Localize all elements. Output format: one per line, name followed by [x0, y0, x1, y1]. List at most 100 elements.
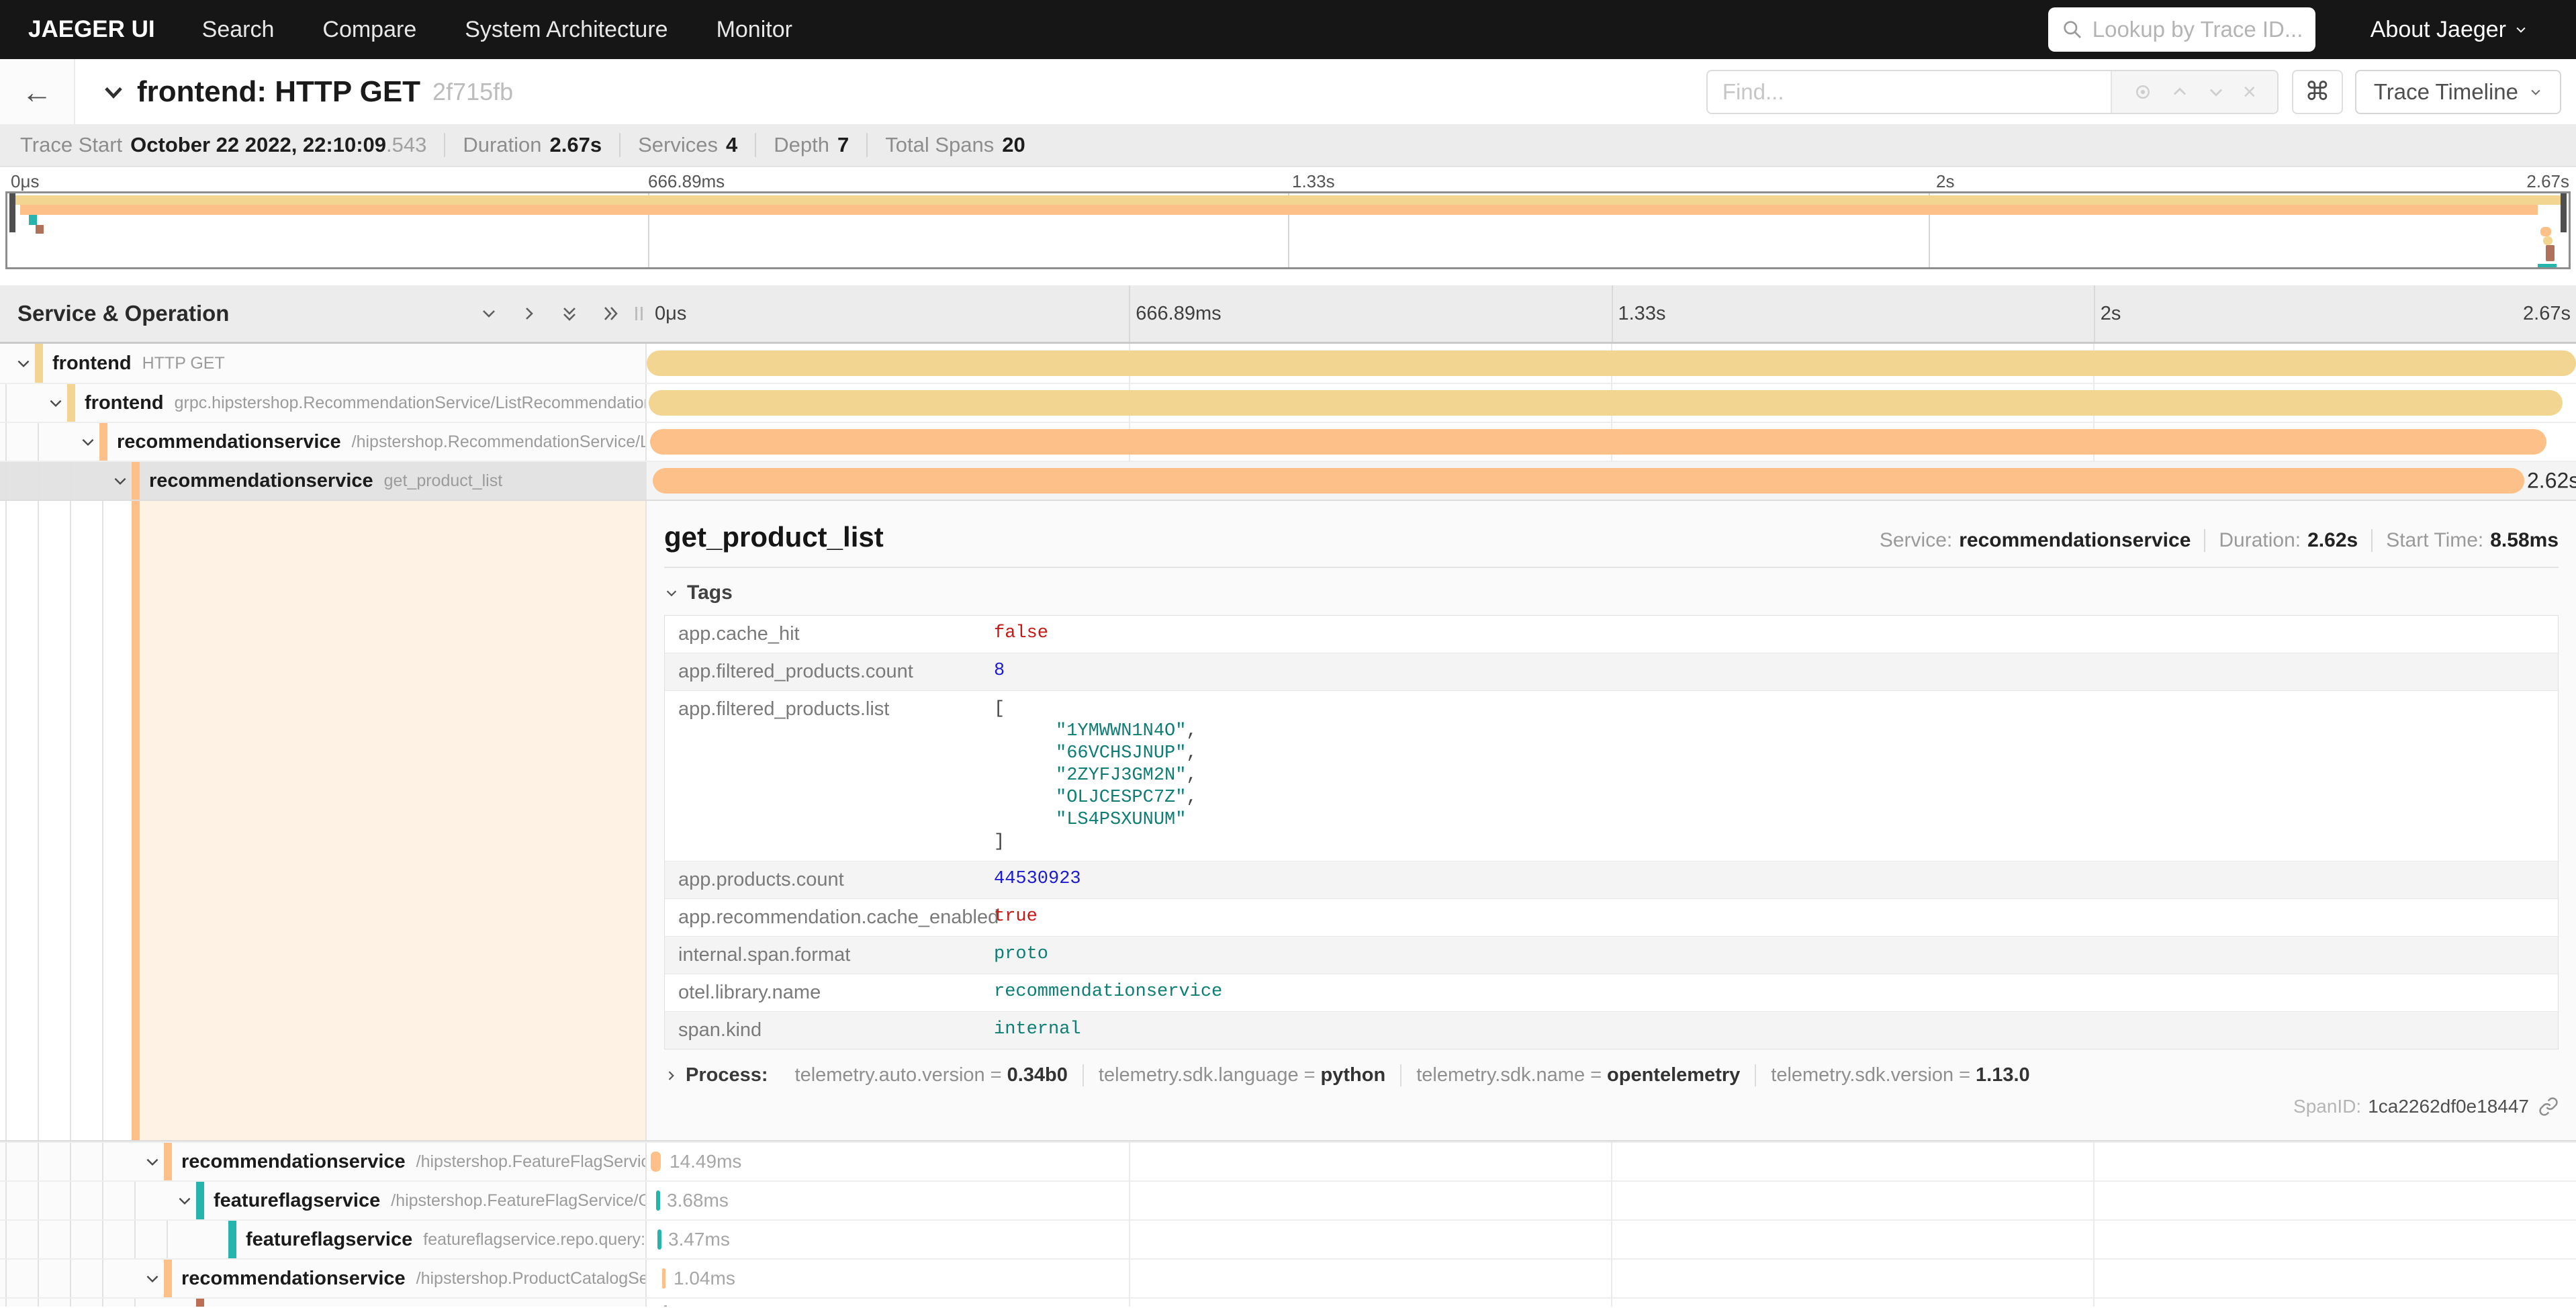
find-input[interactable]: [1708, 71, 2111, 113]
chevron-down-icon: [2514, 23, 2528, 36]
process-tag: telemetry.auto.version=0.34b0: [780, 1064, 1083, 1086]
span-duration-bar[interactable]: [662, 1268, 665, 1289]
minimap-span-bar: [2540, 227, 2551, 236]
minimap-span-bar: [36, 225, 44, 234]
minimap-span-bar: [2538, 264, 2557, 267]
about-jaeger-menu[interactable]: About Jaeger: [2371, 17, 2528, 43]
service-color-bar: [164, 1143, 172, 1180]
nav-item-search[interactable]: Search: [202, 17, 275, 43]
tag-row: app.products.count 44530923: [665, 861, 2558, 898]
span-rows: frontend HTTP GET frontend grpc.hipsters…: [0, 344, 2576, 1307]
collapse-all-icon[interactable]: [559, 303, 580, 324]
chevron-down-icon[interactable]: [176, 1192, 193, 1209]
span-row-get-product-list[interactable]: recommendationservice get_product_list 2…: [0, 461, 2576, 500]
span-row-frontend-http-get[interactable]: frontend HTTP GET: [0, 344, 2576, 383]
span-service: recommendationservice: [117, 431, 341, 453]
back-button[interactable]: ←: [0, 59, 75, 124]
chevron-down-icon[interactable]: [79, 433, 97, 451]
span-duration-bar[interactable]: [651, 1152, 661, 1172]
span-duration-bar[interactable]: [647, 351, 2576, 376]
span-duration-bar[interactable]: [650, 429, 2546, 455]
span-operation: featureflagservice.repo.query:fe...: [423, 1230, 647, 1250]
span-duration-label: 2.62s: [2527, 469, 2576, 494]
chevron-down-icon[interactable]: [144, 1270, 161, 1287]
service-color-bar: [99, 423, 107, 461]
tag-row: app.recommendation.cache_enabled true: [665, 898, 2558, 936]
ruler-gridline: [1129, 285, 1130, 342]
find-controls: ×: [2111, 71, 2277, 113]
expand-all-icon[interactable]: [600, 303, 620, 324]
span-row-frontend-grpc[interactable]: frontend grpc.hipstershop.Recommendation…: [0, 383, 2576, 422]
span-duration-label: 14.49ms: [670, 1151, 741, 1172]
expand-one-icon[interactable]: [519, 303, 539, 324]
tag-list-value: [ "1YMWWN1N4O", "66VCHSJNUP", "2ZYFJ3GM2…: [994, 698, 1197, 853]
tags-section-toggle[interactable]: Tags: [664, 581, 2559, 604]
span-operation: /hipstershop.ProductCatalogSer...: [416, 1269, 647, 1289]
link-icon[interactable]: [2538, 1096, 2559, 1117]
span-service: recommendationservice: [181, 1268, 406, 1290]
span-operation: /hipstershop.RecommendationService/Lis..…: [352, 432, 647, 452]
trace-services: Services 4: [619, 133, 737, 157]
span-duration-bar[interactable]: [653, 468, 2524, 494]
column-splitter-handle[interactable]: [635, 307, 643, 320]
chevron-down-icon[interactable]: [111, 472, 129, 489]
keyboard-shortcuts-button[interactable]: ⌘: [2292, 70, 2343, 114]
focus-icon[interactable]: [2133, 82, 2153, 102]
span-service: frontend: [52, 353, 132, 375]
trace-view-selector[interactable]: Trace Timeline: [2355, 70, 2561, 114]
collapse-trace-chevron-icon[interactable]: [101, 79, 126, 105]
nav-item-system-architecture[interactable]: System Architecture: [465, 17, 668, 43]
span-row-recommendation-list[interactable]: recommendationservice /hipstershop.Recom…: [0, 422, 2576, 461]
chevron-down-icon[interactable]: [144, 1153, 161, 1170]
trace-lookup-box[interactable]: [2048, 7, 2315, 52]
trace-header: ← frontend: HTTP GET 2f715fb × ⌘ Trace T…: [0, 59, 2576, 124]
nav-item-monitor[interactable]: Monitor: [717, 17, 792, 43]
service-color-bar: [228, 1221, 236, 1258]
prev-result-icon[interactable]: [2170, 83, 2189, 101]
brand[interactable]: JAEGER UI: [28, 16, 155, 43]
process-section-toggle[interactable]: Process: telemetry.auto.version=0.34b0 t…: [664, 1064, 2559, 1086]
trace-summary-bar: Trace Start October 22 2022, 22:10:09 .5…: [0, 124, 2576, 167]
span-row-featureflag-call[interactable]: recommendationservice /hipstershop.Featu…: [0, 1141, 2576, 1180]
service-color-strip: [132, 501, 140, 1140]
service-color-bar: [196, 1299, 204, 1307]
span-service: recommendationservice: [181, 1151, 406, 1173]
tag-row: span.kind internal: [665, 1011, 2558, 1049]
minimap-span-bar: [2546, 245, 2555, 261]
span-operation: HTTP GET: [142, 354, 225, 373]
trace-id: 2f715fb: [432, 78, 513, 106]
span-row-featureflag-repo-query[interactable]: featureflagservice featureflagservice.re…: [0, 1219, 2576, 1258]
span-duration-bar[interactable]: [656, 1190, 660, 1211]
minimap-right-scrubber[interactable]: [2561, 193, 2567, 232]
service-operation-header: Service & Operation: [0, 285, 647, 342]
collapse-one-icon[interactable]: [479, 303, 499, 324]
minimap-canvas[interactable]: [5, 191, 2571, 269]
next-result-icon[interactable]: [2207, 83, 2225, 101]
span-duration-bar[interactable]: [664, 1305, 667, 1307]
trace-start: Trace Start October 22 2022, 22:10:09 .5…: [20, 133, 426, 157]
process-tag: telemetry.sdk.name=opentelemetry: [1400, 1064, 1755, 1086]
span-service: featureflagservice: [214, 1190, 380, 1212]
span-operation: get_product_list: [384, 471, 503, 491]
span-row-partial[interactable]: [0, 1297, 2576, 1307]
trace-depth: Depth 7: [755, 133, 849, 157]
minimap-left-scrubber[interactable]: [9, 193, 15, 232]
span-service: recommendationservice: [149, 470, 373, 492]
tags-table: app.cache_hit false app.filtered_product…: [664, 615, 2559, 1049]
span-row-productcatalog-call[interactable]: recommendationservice /hipstershop.Produ…: [0, 1258, 2576, 1297]
span-operation: grpc.hipstershop.RecommendationService/L…: [175, 393, 647, 413]
chevron-down-icon[interactable]: [15, 355, 32, 372]
trace-lookup-input[interactable]: [2092, 17, 2302, 42]
span-row-featureflagservice[interactable]: featureflagservice /hipstershop.FeatureF…: [0, 1180, 2576, 1219]
span-detail-title: get_product_list: [664, 521, 884, 553]
span-duration-bar[interactable]: [649, 390, 2563, 416]
nav-item-compare[interactable]: Compare: [322, 17, 416, 43]
trace-duration: Duration 2.67s: [444, 133, 602, 157]
trace-minimap: 0μs 666.89ms 1.33s 2s 2.67s: [0, 167, 2576, 285]
detail-start-time: Start Time:8.58ms: [2371, 529, 2559, 552]
span-duration-bar[interactable]: [657, 1229, 661, 1250]
chevron-down-icon[interactable]: [47, 394, 64, 412]
span-detail-panel: get_product_list Service:recommendations…: [647, 501, 2576, 1140]
clear-find-icon[interactable]: ×: [2243, 81, 2256, 103]
detail-service: Service:recommendationservice: [1880, 529, 2191, 552]
